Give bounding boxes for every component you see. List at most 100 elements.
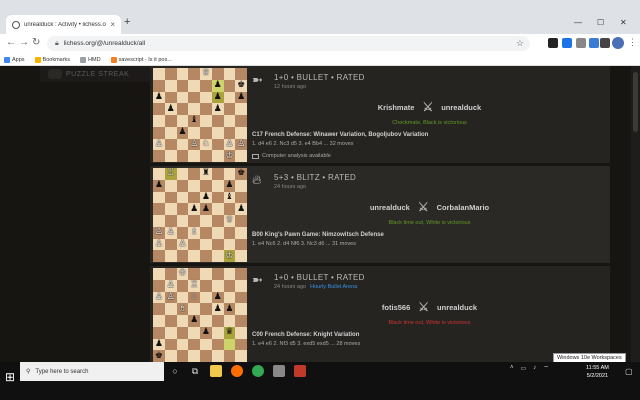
cortana-icon[interactable]: ○ xyxy=(169,365,181,377)
board-square: ♕ xyxy=(223,215,236,227)
black-player-link[interactable]: unrealduck xyxy=(441,103,481,112)
white-player-link[interactable]: fotis566 xyxy=(382,303,410,312)
extension-icon[interactable] xyxy=(576,38,586,48)
chess-board-thumbnail[interactable]: ♕ ♟ ♚ ♟ ♟ ♟ ♟ ♟ ♝ ♟ ♙ ♙ ♘ ♙ ♙ ♔ xyxy=(153,68,247,162)
chess-piece-icon: ♜ xyxy=(201,168,210,179)
game-row[interactable]: ♔ ♙ ♖ ♙ ♙ ♘ ♟ ♗ ♟ ♟ ♟ ♟ ♛ ♟ ♚ ➼ 1+0 • BULLET • RATED 24 h… xyxy=(150,266,610,362)
chess-piece-icon: ♟ xyxy=(190,203,199,214)
crossed-swords-icon: ⚔ xyxy=(417,200,429,214)
maximize-button[interactable]: ☐ xyxy=(597,18,604,27)
chevron-up-icon[interactable]: ˄ xyxy=(510,365,514,371)
game-row[interactable]: ♖ ♜ ♚ ♟ ♟ ♟ ♝ ♟ ♟ ♟ ♕ ♙ ♙ ♗ ♙ ♙ ♔ 🔥︎ 5+3 • BLITZ • RATED 24… xyxy=(150,166,610,263)
extension-icon[interactable] xyxy=(548,38,558,48)
page-icon xyxy=(80,56,87,63)
file-explorer-icon[interactable] xyxy=(210,365,222,377)
chess-board-thumbnail[interactable]: ♖ ♜ ♚ ♟ ♟ ♟ ♝ ♟ ♟ ♟ ♕ ♙ ♙ ♗ ♙ ♙ ♔ xyxy=(153,168,247,262)
bookmark-star-icon[interactable]: ☆ xyxy=(516,38,524,49)
scrollbar-thumb[interactable] xyxy=(633,72,638,132)
board-square xyxy=(153,150,165,162)
board-square: ♝ xyxy=(188,115,200,127)
taskbar-search[interactable]: ⚲ Type here to search xyxy=(20,362,164,381)
board-square xyxy=(211,338,224,351)
board-square xyxy=(164,150,177,162)
chess-piece-icon: ♘ xyxy=(190,291,199,302)
puzzle-streak-link[interactable]: PUZZLE STREAK xyxy=(48,69,129,79)
board-square xyxy=(176,168,189,180)
chess-piece-icon: ♟ xyxy=(213,80,222,91)
lichess-page: PUZZLE STREAK ♕ ♟ ♚ ♟ ♟ ♟ ♟ ♟ ♝ ♟ ♙ ♙ ♘ ♙ ♙ ♔ ➼ 1+0 • BUL… xyxy=(0,66,640,362)
windows-start-icon[interactable]: ⊞ xyxy=(5,370,15,384)
board-square xyxy=(200,291,212,304)
chess-piece-icon: ♙ xyxy=(166,280,175,291)
board-square xyxy=(235,103,247,115)
board-square xyxy=(188,103,200,115)
board-square xyxy=(188,250,200,262)
white-player-link[interactable]: unrealduck xyxy=(370,203,410,212)
puzzle-streak-label: PUZZLE STREAK xyxy=(66,70,130,78)
app-icon[interactable] xyxy=(273,365,285,377)
board-square xyxy=(188,126,200,139)
browser-tab[interactable]: unrealduck : Activity • lichess.org × xyxy=(6,15,121,34)
bookmark-bookmarks[interactable]: Bookmarks xyxy=(34,56,70,63)
board-square: ♟ xyxy=(211,79,224,92)
board-square xyxy=(164,179,177,192)
wifi-icon[interactable]: ⌔ xyxy=(543,364,549,372)
arena-link[interactable]: Hourly Bullet Arena xyxy=(310,284,357,290)
extension-icon[interactable] xyxy=(600,38,610,48)
board-square xyxy=(223,203,236,215)
browser-menu-icon[interactable]: ⋮ xyxy=(628,37,637,48)
computer-analysis-badge: Computer analysis available xyxy=(252,153,331,159)
board-square xyxy=(200,279,212,292)
bookmark-apps[interactable]: Apps xyxy=(4,56,25,63)
board-square xyxy=(211,350,224,362)
board-square xyxy=(188,79,200,92)
board-square: ♟ xyxy=(188,315,200,327)
board-square xyxy=(235,279,247,292)
new-tab-button[interactable]: + xyxy=(124,16,130,28)
tab-close-icon[interactable]: × xyxy=(110,20,115,29)
reload-icon[interactable]: ↻ xyxy=(32,37,40,48)
board-square xyxy=(153,168,165,180)
time-ago-text: 24 hours ago xyxy=(274,184,307,190)
chess-piece-icon: ♟ xyxy=(213,303,222,314)
black-player-link[interactable]: unrealduck xyxy=(437,303,477,312)
board-square xyxy=(176,203,189,215)
board-square xyxy=(188,268,200,280)
extension-icon[interactable] xyxy=(589,38,599,48)
extension-icon[interactable] xyxy=(562,38,572,48)
board-square xyxy=(176,191,189,204)
board-square: ♟ xyxy=(223,303,236,315)
task-view-icon[interactable]: ⧉ xyxy=(189,365,201,377)
white-player-link[interactable]: Krishmate xyxy=(378,103,415,112)
network-icon[interactable]: ▭ xyxy=(521,365,527,372)
board-square xyxy=(176,250,189,262)
chess-board-thumbnail[interactable]: ♔ ♙ ♖ ♙ ♙ ♘ ♟ ♗ ♟ ♟ ♟ ♟ ♛ ♟ ♚ xyxy=(153,268,247,362)
board-square xyxy=(176,103,189,115)
board-square xyxy=(164,338,177,351)
page-scrollbar[interactable] xyxy=(631,66,640,362)
bookmark-savescript[interactable]: savescript - Is it pos... xyxy=(110,56,172,63)
notifications-icon[interactable]: ▢ xyxy=(625,367,633,376)
chess-piece-icon: ♙ xyxy=(237,138,246,149)
game-row[interactable]: ♕ ♟ ♚ ♟ ♟ ♟ ♟ ♟ ♝ ♟ ♙ ♙ ♘ ♙ ♙ ♔ ➼ 1+0 • BULLET • RATED 12 … xyxy=(150,66,610,163)
black-player-link[interactable]: CorbalanMario xyxy=(437,203,490,212)
firefox-icon[interactable] xyxy=(231,365,243,377)
profile-avatar[interactable] xyxy=(612,37,624,49)
board-square: ♚ xyxy=(235,168,247,180)
minimize-button[interactable]: — xyxy=(574,18,582,27)
back-icon[interactable]: ← xyxy=(6,37,16,48)
taskbar-clock[interactable]: 11:55 AM 5/2/2021 xyxy=(586,364,609,380)
lichess-favicon-icon xyxy=(12,20,20,29)
volume-icon[interactable]: ♪ xyxy=(533,365,536,371)
board-square: ♔ xyxy=(223,250,236,262)
board-square xyxy=(211,250,224,262)
chrome-icon[interactable] xyxy=(252,365,264,377)
close-window-button[interactable]: ✕ xyxy=(620,18,627,27)
forward-icon[interactable]: → xyxy=(19,37,29,48)
address-bar[interactable]: 🔒︎ lichess.org/@/unrealduck/all ☆ xyxy=(47,36,530,51)
bookmark-hmd[interactable]: HMD xyxy=(80,56,101,63)
board-square xyxy=(235,126,247,139)
board-square xyxy=(164,79,177,92)
app-icon[interactable] xyxy=(294,365,306,377)
board-square: ♟ xyxy=(223,179,236,192)
